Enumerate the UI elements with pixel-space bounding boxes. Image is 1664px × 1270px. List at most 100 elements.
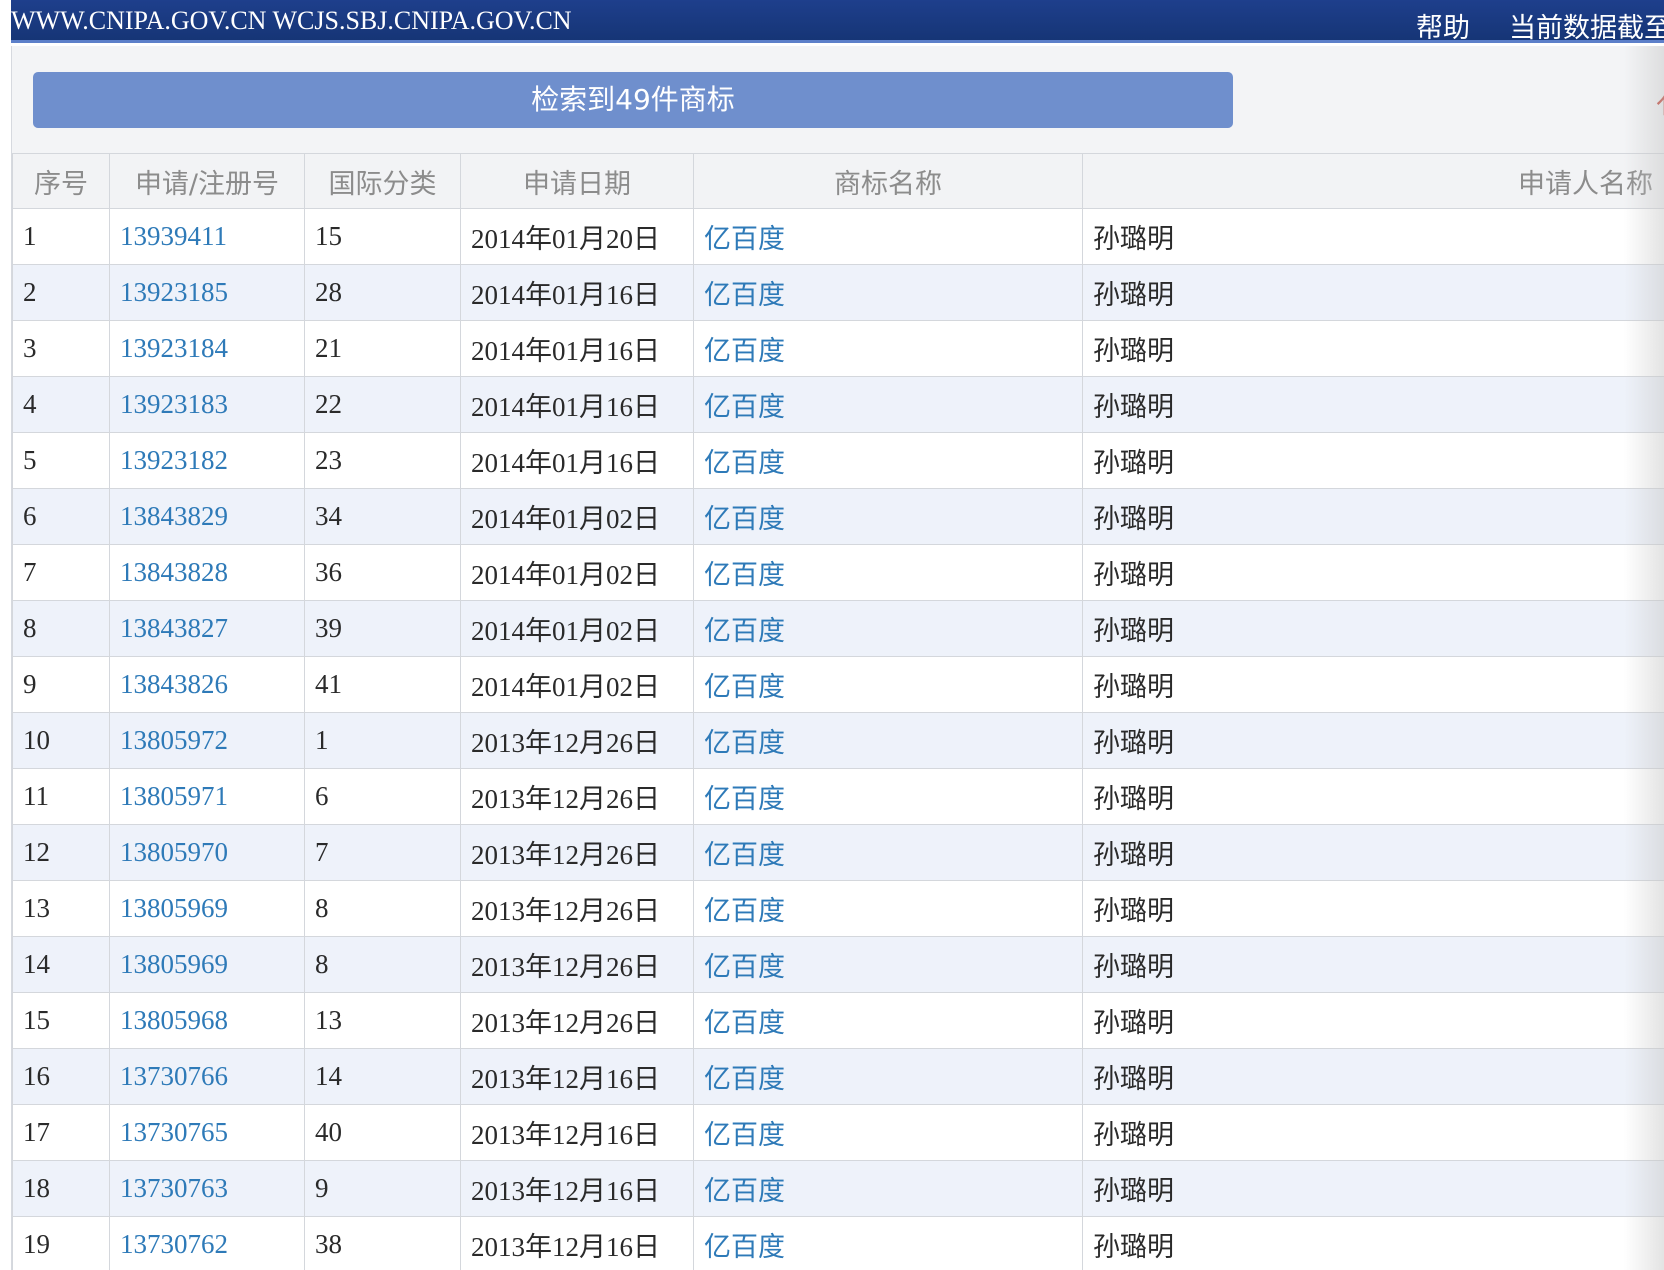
table-cell: 9 bbox=[304, 1160, 461, 1217]
table-cell: 亿百度 bbox=[693, 432, 1083, 489]
header-applicant: 申请人名称 bbox=[1082, 153, 1664, 209]
table-cell: 13805971 bbox=[109, 768, 305, 825]
cell-applicant: 孙璐明 bbox=[1093, 728, 1174, 759]
cell-intl-class: 14 bbox=[315, 1061, 342, 1091]
trademark-name-link[interactable]: 亿百度 bbox=[704, 840, 785, 871]
table-cell: 2013年12月16日 bbox=[460, 1104, 694, 1161]
reg-number-link[interactable]: 13730766 bbox=[120, 1061, 228, 1091]
trademark-name-link[interactable]: 亿百度 bbox=[704, 896, 785, 927]
table-cell: 亿百度 bbox=[693, 488, 1083, 545]
table-cell: 18 bbox=[12, 1160, 110, 1217]
table-row: 11 13805971 6 2013年12月26日 亿百度 孙璐明 bbox=[12, 768, 1664, 825]
trademark-name-link[interactable]: 亿百度 bbox=[704, 728, 785, 759]
table-cell: 1 bbox=[12, 208, 110, 265]
reg-number-link[interactable]: 13843827 bbox=[120, 613, 228, 643]
trademark-name-link[interactable]: 亿百度 bbox=[704, 224, 785, 255]
reg-number-link[interactable]: 13843829 bbox=[120, 501, 228, 531]
table-cell: 11 bbox=[12, 768, 110, 825]
cell-serial: 10 bbox=[23, 725, 50, 755]
table-cell: 孙璐明 bbox=[1082, 376, 1664, 433]
table-cell: 23 bbox=[304, 432, 461, 489]
table-cell: 2013年12月16日 bbox=[460, 1048, 694, 1105]
trademark-name-link[interactable]: 亿百度 bbox=[704, 952, 785, 983]
cell-serial: 3 bbox=[23, 333, 37, 363]
table-row: 13 13805969 8 2013年12月26日 亿百度 孙璐明 bbox=[12, 880, 1664, 937]
trademark-name-link[interactable]: 亿百度 bbox=[704, 1064, 785, 1095]
reg-number-link[interactable]: 13730763 bbox=[120, 1173, 228, 1203]
cell-serial: 18 bbox=[23, 1173, 50, 1203]
table-cell: 2014年01月02日 bbox=[460, 656, 694, 713]
cell-app-date: 2014年01月20日 bbox=[471, 224, 660, 254]
cell-applicant: 孙璐明 bbox=[1093, 448, 1174, 479]
cell-intl-class: 28 bbox=[315, 277, 342, 307]
table-cell: 13923184 bbox=[109, 320, 305, 377]
reg-number-link[interactable]: 13805968 bbox=[120, 1005, 228, 1035]
page: WWW.CNIPA.GOV.CN WCJS.SBJ.CNIPA.GOV.CN 帮… bbox=[0, 0, 1664, 1270]
trademark-name-link[interactable]: 亿百度 bbox=[704, 448, 785, 479]
trademark-name-link[interactable]: 亿百度 bbox=[704, 280, 785, 311]
header-reg-number: 申请/注册号 bbox=[109, 153, 305, 209]
cell-applicant: 孙璐明 bbox=[1093, 1176, 1174, 1207]
cell-applicant: 孙璐明 bbox=[1093, 336, 1174, 367]
top-bar: WWW.CNIPA.GOV.CN WCJS.SBJ.CNIPA.GOV.CN 帮… bbox=[11, 0, 1664, 45]
cell-applicant: 孙璐明 bbox=[1093, 504, 1174, 535]
table-cell: 2013年12月26日 bbox=[460, 768, 694, 825]
table-cell: 孙璐明 bbox=[1082, 1216, 1664, 1270]
trademark-name-link[interactable]: 亿百度 bbox=[704, 784, 785, 815]
reg-number-link[interactable]: 13843826 bbox=[120, 669, 228, 699]
table-cell: 孙璐明 bbox=[1082, 264, 1664, 321]
trademark-name-link[interactable]: 亿百度 bbox=[704, 1176, 785, 1207]
table-cell: 孙璐明 bbox=[1082, 712, 1664, 769]
table-row: 9 13843826 41 2014年01月02日 亿百度 孙璐明 bbox=[12, 656, 1664, 713]
cell-app-date: 2013年12月16日 bbox=[471, 1120, 660, 1150]
trademark-name-link[interactable]: 亿百度 bbox=[704, 560, 785, 591]
table-cell: 2014年01月02日 bbox=[460, 600, 694, 657]
trademark-name-link[interactable]: 亿百度 bbox=[704, 336, 785, 367]
cell-app-date: 2014年01月02日 bbox=[471, 504, 660, 534]
trademark-name-link[interactable]: 亿百度 bbox=[704, 672, 785, 703]
table-cell: 孙璐明 bbox=[1082, 656, 1664, 713]
reg-number-link[interactable]: 13730762 bbox=[120, 1229, 228, 1259]
table-cell: 16 bbox=[12, 1048, 110, 1105]
trademark-name-link[interactable]: 亿百度 bbox=[704, 1008, 785, 1039]
table-row: 10 13805972 1 2013年12月26日 亿百度 孙璐明 bbox=[12, 712, 1664, 769]
reg-number-link[interactable]: 13805972 bbox=[120, 725, 228, 755]
reg-number-link[interactable]: 13843828 bbox=[120, 557, 228, 587]
table-cell: 2014年01月02日 bbox=[460, 488, 694, 545]
cell-serial: 19 bbox=[23, 1229, 50, 1259]
table-row: 12 13805970 7 2013年12月26日 亿百度 孙璐明 bbox=[12, 824, 1664, 881]
reg-number-link[interactable]: 13805969 bbox=[120, 949, 228, 979]
trademark-name-link[interactable]: 亿百度 bbox=[704, 1232, 785, 1263]
table-cell: 13843827 bbox=[109, 600, 305, 657]
table-cell: 14 bbox=[12, 936, 110, 993]
cell-serial: 5 bbox=[23, 445, 37, 475]
trademark-name-link[interactable]: 亿百度 bbox=[704, 392, 785, 423]
table-cell: 13730766 bbox=[109, 1048, 305, 1105]
table-cell: 孙璐明 bbox=[1082, 880, 1664, 937]
table-cell: 4 bbox=[12, 376, 110, 433]
reg-number-link[interactable]: 13805969 bbox=[120, 893, 228, 923]
table-cell: 孙璐明 bbox=[1082, 320, 1664, 377]
data-cutoff-text: 当前数据截至 bbox=[1509, 13, 1664, 44]
table-cell: 13805968 bbox=[109, 992, 305, 1049]
table-cell: 亿百度 bbox=[693, 1216, 1083, 1270]
reg-number-link[interactable]: 13923184 bbox=[120, 333, 228, 363]
cell-app-date: 2013年12月16日 bbox=[471, 1232, 660, 1262]
reg-number-link[interactable]: 13923182 bbox=[120, 445, 228, 475]
cell-app-date: 2013年12月26日 bbox=[471, 896, 660, 926]
reg-number-link[interactable]: 13923183 bbox=[120, 389, 228, 419]
reg-number-link[interactable]: 13923185 bbox=[120, 277, 228, 307]
table-cell: 2013年12月26日 bbox=[460, 992, 694, 1049]
table-cell: 19 bbox=[12, 1216, 110, 1270]
reg-number-link[interactable]: 13805970 bbox=[120, 837, 228, 867]
reg-number-link[interactable]: 13939411 bbox=[120, 221, 227, 251]
header-app-date: 申请日期 bbox=[460, 153, 694, 209]
help-link[interactable]: 帮助 bbox=[1416, 6, 1470, 45]
trademark-name-link[interactable]: 亿百度 bbox=[704, 1120, 785, 1151]
cell-applicant: 孙璐明 bbox=[1093, 1120, 1174, 1151]
trademark-name-link[interactable]: 亿百度 bbox=[704, 616, 785, 647]
table-cell: 亿百度 bbox=[693, 208, 1083, 265]
reg-number-link[interactable]: 13730765 bbox=[120, 1117, 228, 1147]
reg-number-link[interactable]: 13805971 bbox=[120, 781, 228, 811]
trademark-name-link[interactable]: 亿百度 bbox=[704, 504, 785, 535]
